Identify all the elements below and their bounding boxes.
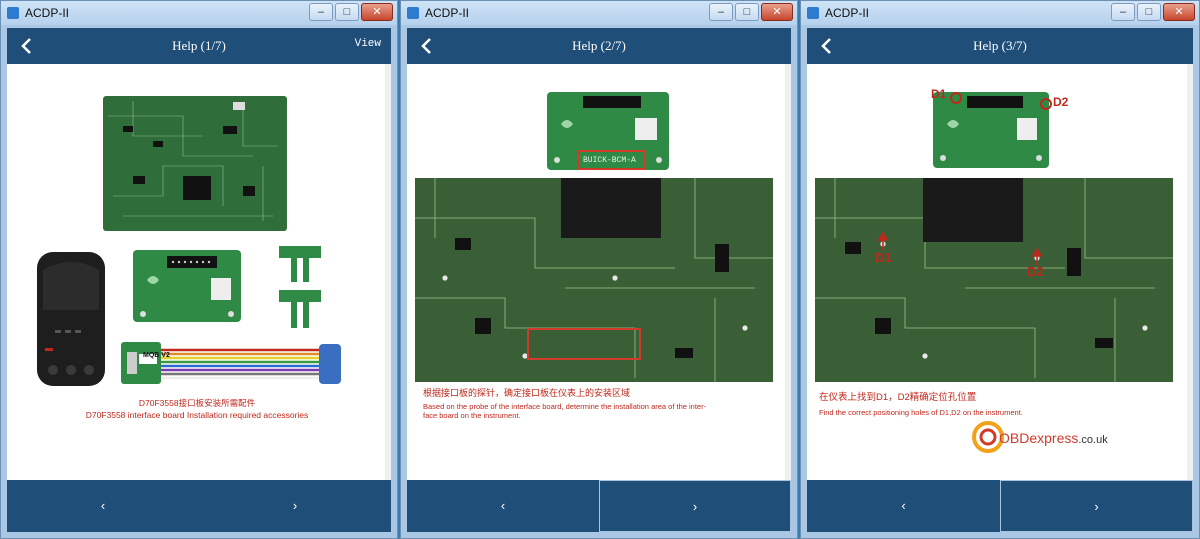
interface-board-image	[133, 250, 241, 322]
prev-page-button[interactable]: ‹	[807, 480, 1000, 532]
watermark-suffix: .co.uk	[1078, 434, 1108, 446]
app-client-area: Help (1/7) View MQB V2 D70F3558接口板安装所需配件…	[7, 28, 391, 532]
app-icon	[7, 7, 19, 19]
d2-ring-icon	[1040, 98, 1052, 110]
help-content: BUICK-BCM-A 根据接口板的探针，确定接口板在仪表上的安装区域 Base…	[407, 64, 791, 480]
caption-cn: 根据接口板的探针，确定接口板在仪表上的安装区域	[423, 388, 631, 398]
app-window-1: ACDP-II – □ ✕ Help (1/7) View MQB V2 D70…	[0, 0, 398, 539]
window-title: ACDP-II	[825, 6, 870, 20]
nav-bar: Help (3/7)	[807, 28, 1193, 64]
d1-instrument-label: D1	[875, 250, 892, 265]
next-page-button[interactable]: ›	[199, 480, 391, 532]
close-button[interactable]: ✕	[1163, 3, 1195, 21]
install-area-highlight	[527, 328, 641, 360]
app-window-3: ACDP-II – □ ✕ Help (3/7) D1 D2 D1 D2 在仪表…	[800, 0, 1200, 539]
help-content: MQB V2 D70F3558接口板安装所需配件 D70F3558 interf…	[7, 64, 391, 480]
d1-ring-icon	[950, 92, 962, 104]
app-client-area: Help (3/7) D1 D2 D1 D2 在仪表上找到D1，D2精确定位孔位…	[807, 28, 1193, 532]
window-titlebar[interactable]: ACDP-II – □ ✕	[1, 1, 397, 25]
close-button[interactable]: ✕	[361, 3, 393, 21]
window-titlebar[interactable]: ACDP-II – □ ✕	[401, 1, 797, 25]
scrollbar[interactable]	[385, 64, 391, 480]
next-page-button[interactable]: ›	[599, 480, 791, 532]
acdp-device-image	[37, 252, 105, 386]
next-page-button[interactable]: ›	[1000, 480, 1193, 532]
footer-bar: ‹ ›	[807, 480, 1193, 532]
adapter-label: MQB V2	[143, 352, 170, 359]
mqb-adapter-cable-image	[121, 342, 341, 384]
close-button[interactable]: ✕	[761, 3, 793, 21]
watermark-brand-text: OBDexpress	[999, 430, 1079, 446]
page-title: Help (2/7)	[572, 38, 626, 53]
app-client-area: Help (2/7) BUICK-BCM-A 根据接口板的探针，确定接口板在仪表…	[407, 28, 791, 532]
caption-en-line2: face board on the instrument.	[423, 411, 521, 420]
window-titlebar[interactable]: ACDP-II – □ ✕	[801, 1, 1199, 25]
app-icon	[807, 7, 819, 19]
scrollbar[interactable]	[785, 64, 791, 480]
d2-board-label: D2	[1053, 95, 1069, 109]
page-title: Help (3/7)	[973, 38, 1027, 53]
app-icon	[407, 7, 419, 19]
scrollbar[interactable]	[1187, 64, 1193, 480]
maximize-button[interactable]: □	[335, 3, 359, 21]
footer-bar: ‹ ›	[407, 480, 791, 532]
watermark-brand: OBDexpress.co.uk	[999, 430, 1108, 448]
nav-bar: Help (2/7)	[407, 28, 791, 64]
instrument-closeup-image	[815, 178, 1173, 382]
desktop: ACDP-II – □ ✕ Help (1/7) View MQB V2 D70…	[0, 0, 1200, 539]
board-label: BUICK-BCM-A	[583, 156, 636, 165]
window-title: ACDP-II	[425, 6, 470, 20]
d2-instrument-label: D2	[1027, 264, 1044, 279]
maximize-button[interactable]: □	[1137, 3, 1161, 21]
page-title: Help (1/7)	[172, 38, 226, 53]
view-button[interactable]: View	[355, 38, 381, 50]
prev-page-button[interactable]: ‹	[7, 480, 199, 532]
app-window-2: ACDP-II – □ ✕ Help (2/7) BUICK-BCM-A 根据接…	[400, 0, 798, 539]
minimize-button[interactable]: –	[309, 3, 333, 21]
prev-page-button[interactable]: ‹	[407, 480, 599, 532]
spacer-bracket-image	[279, 246, 321, 328]
minimize-button[interactable]: –	[709, 3, 733, 21]
maximize-button[interactable]: □	[735, 3, 759, 21]
minimize-button[interactable]: –	[1111, 3, 1135, 21]
d1-board-label: D1	[931, 87, 947, 101]
nav-bar: Help (1/7) View	[7, 28, 391, 64]
caption-cn: D70F3558接口板安装所需配件	[138, 398, 256, 408]
footer-bar: ‹ ›	[7, 480, 391, 532]
help-content: D1 D2 D1 D2 在仪表上找到D1，D2精确定位孔位置 Find the …	[807, 64, 1193, 480]
window-title: ACDP-II	[25, 6, 70, 20]
caption-en: Find the correct positioning holes of D1…	[819, 408, 1023, 417]
caption-cn: 在仪表上找到D1，D2精确定位孔位置	[819, 392, 977, 403]
caption-en: D70F3558 interface board Installation re…	[85, 410, 309, 420]
instrument-board-image	[103, 96, 287, 231]
